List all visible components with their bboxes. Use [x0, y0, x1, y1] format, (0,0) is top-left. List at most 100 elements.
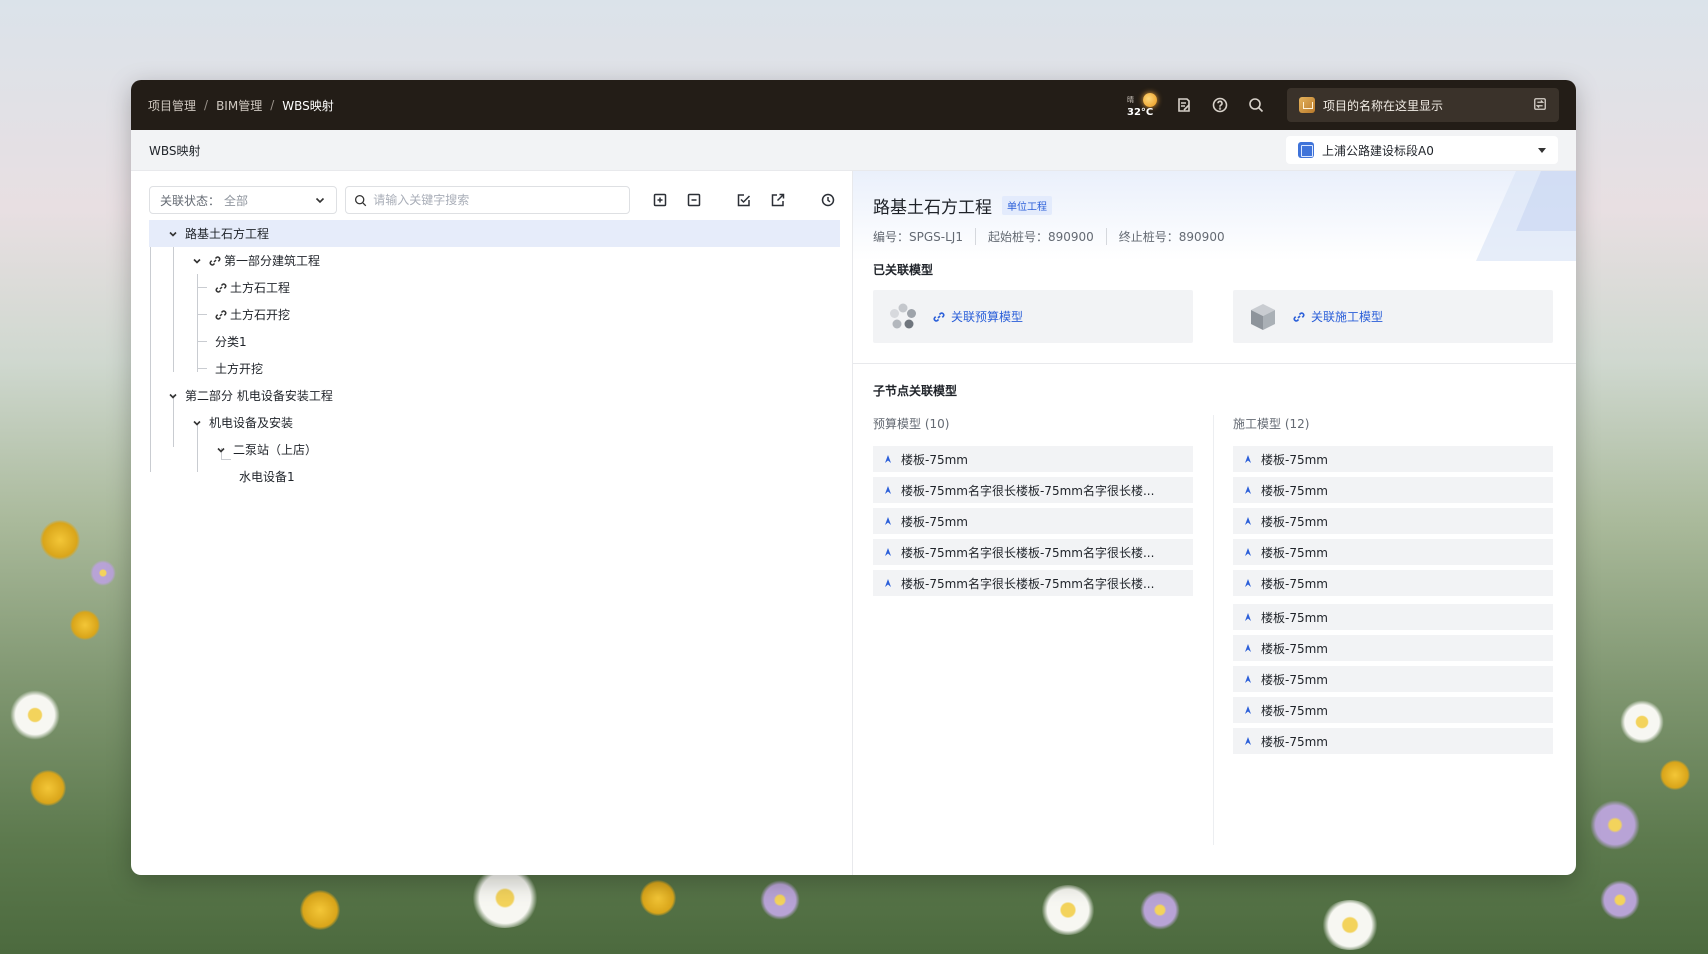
- model-arrow-icon: [1245, 737, 1251, 745]
- search-icon[interactable]: [1245, 94, 1267, 116]
- section-selector[interactable]: 上浦公路建设标段A0: [1286, 136, 1558, 164]
- model-list-item[interactable]: 楼板-75mm名字很长楼板-75mm名字很长楼...: [873, 539, 1193, 565]
- tree-node[interactable]: 二泵站（上店）: [149, 436, 840, 463]
- budget-models-column: 预算模型 (10) 楼板-75mm 楼板-75mm名字很长楼板-75mm名字很长楼…: [873, 415, 1193, 759]
- detail-start-pile: 起始桩号：890900: [974, 228, 1106, 245]
- model-list-item-label: 楼板-75mm: [1261, 545, 1328, 560]
- model-list-item[interactable]: 楼板-75mm: [873, 446, 1193, 472]
- tree-node[interactable]: 土方石开挖: [149, 301, 840, 328]
- model-list-item-label: 楼板-75mm: [1261, 641, 1328, 656]
- chevron-down-icon[interactable]: [191, 255, 203, 267]
- search-field[interactable]: [345, 186, 630, 214]
- link-budget-model-button[interactable]: 关联预算模型: [933, 308, 1023, 325]
- detail-meta: 编号：SPGS-LJ1 起始桩号：890900 终止桩号：890900: [873, 228, 1556, 245]
- model-arrow-icon: [1245, 548, 1251, 556]
- model-list-item[interactable]: 楼板-75mm: [1233, 635, 1553, 661]
- type-tag: 单位工程: [1002, 196, 1052, 215]
- budget-models-list: 楼板-75mm 楼板-75mm名字很长楼板-75mm名字很长楼... 楼板-75mm…: [873, 446, 1193, 596]
- model-arrow-icon: [1245, 455, 1251, 463]
- sun-icon: [1143, 93, 1157, 107]
- breadcrumb-wbs-mapping: WBS映射: [282, 98, 334, 113]
- export-icon[interactable]: [766, 188, 790, 212]
- construction-model-icon: [1251, 303, 1275, 330]
- search-input[interactable]: [373, 193, 621, 207]
- model-list-item[interactable]: 楼板-75mm: [873, 508, 1193, 534]
- model-list-item[interactable]: 楼板-75mm: [1233, 728, 1553, 754]
- model-list-item[interactable]: 楼板-75mm: [1233, 477, 1553, 503]
- model-arrow-icon: [1245, 517, 1251, 525]
- model-arrow-icon: [1245, 486, 1251, 494]
- tree-node-label: 机电设备及安装: [209, 416, 294, 430]
- construction-models-list: 楼板-75mm 楼板-75mm 楼板-75mm 楼板-75mm 楼板-75mm 楼板-75…: [1233, 446, 1553, 754]
- weather-condition: 晴: [1127, 96, 1134, 104]
- breadcrumb: 项目管理 / BIM管理 / WBS映射: [148, 97, 334, 114]
- model-arrow-icon: [1245, 675, 1251, 683]
- tree-node[interactable]: 机电设备及安装: [149, 409, 840, 436]
- tree-node-label: 二泵站（上店）: [233, 443, 318, 457]
- link-construction-model-button[interactable]: 关联施工模型: [1293, 308, 1383, 325]
- tree-node-label: 路基土石方工程: [185, 227, 270, 241]
- model-list-item[interactable]: 楼板-75mm: [1233, 539, 1553, 565]
- tree-node[interactable]: 路基土石方工程: [149, 220, 840, 247]
- model-arrow-icon: [885, 579, 891, 587]
- model-arrow-icon: [1245, 706, 1251, 714]
- check-edit-icon[interactable]: [732, 188, 756, 212]
- model-list-item[interactable]: 楼板-75mm: [1233, 666, 1553, 692]
- collapse-all-icon[interactable]: [682, 188, 706, 212]
- breadcrumb-project-management[interactable]: 项目管理: [148, 97, 196, 114]
- model-list-item[interactable]: 楼板-75mm: [1233, 508, 1553, 534]
- wbs-tree: 路基土石方工程 第一部分建筑工程 土方石工程 土方石开挖 分类1 土方开挖 第二…: [149, 220, 840, 490]
- detail-code: 编号：SPGS-LJ1: [873, 230, 963, 244]
- top-bar: 项目管理 / BIM管理 / WBS映射 晴 32°C 项目的名称在这里显示: [131, 80, 1576, 130]
- link-icon: [933, 311, 945, 322]
- sub-header: WBS映射 上浦公路建设标段A0: [131, 130, 1576, 171]
- tree-tool-icons: [648, 188, 840, 212]
- model-list-item[interactable]: 楼板-75mm名字很长楼板-75mm名字很长楼...: [873, 570, 1193, 596]
- help-circle-icon[interactable]: [1209, 94, 1231, 116]
- chevron-down-icon[interactable]: [167, 228, 179, 240]
- tree-node[interactable]: 第一部分建筑工程: [149, 247, 840, 274]
- model-list-item[interactable]: 楼板-75mm: [1233, 570, 1553, 596]
- project-icon: [1299, 97, 1315, 113]
- model-list-item[interactable]: 楼板-75mm: [1233, 446, 1553, 472]
- caret-down-icon: [1538, 147, 1546, 153]
- weather-temperature: 32°C: [1127, 107, 1154, 118]
- model-list-item-label: 楼板-75mm: [1261, 452, 1328, 467]
- model-list-item-label: 楼板-75mm名字很长楼板-75mm名字很长楼...: [901, 545, 1155, 560]
- link-status-filter[interactable]: 关联状态： 全部: [149, 186, 338, 214]
- model-list-item-label: 楼板-75mm名字很长楼板-75mm名字很长楼...: [901, 576, 1155, 591]
- model-list-item-label: 楼板-75mm: [1261, 703, 1328, 718]
- child-models-title: 子节点关联模型: [873, 384, 958, 398]
- budget-model-card: 关联预算模型: [873, 290, 1193, 343]
- budget-models-title: 预算模型 (10): [873, 417, 950, 431]
- tree-node-label: 土方石工程: [230, 281, 291, 295]
- detail-panel: 路基土石方工程 单位工程 编号：SPGS-LJ1 起始桩号：890900 终止桩…: [853, 171, 1576, 875]
- tree-node[interactable]: 土方石工程: [149, 274, 840, 301]
- model-arrow-icon: [885, 455, 891, 463]
- switch-icon[interactable]: [1533, 97, 1547, 114]
- detail-header: 路基土石方工程 单位工程 编号：SPGS-LJ1 起始桩号：890900 终止桩…: [853, 171, 1576, 261]
- section-icon: [1298, 142, 1314, 158]
- link-status-label: 关联状态：: [160, 193, 221, 208]
- breadcrumb-bim-management[interactable]: BIM管理: [216, 97, 262, 114]
- child-models-columns: 预算模型 (10) 楼板-75mm 楼板-75mm名字很长楼板-75mm名字很长楼…: [853, 415, 1576, 845]
- linked-models-title: 已关联模型: [873, 263, 934, 277]
- edit-note-icon[interactable]: [1173, 94, 1195, 116]
- tree-node[interactable]: 水电设备1: [149, 463, 840, 490]
- tree-node[interactable]: 分类1: [149, 328, 840, 355]
- expand-all-icon[interactable]: [648, 188, 672, 212]
- link-icon: [215, 309, 227, 321]
- chevron-down-icon[interactable]: [167, 390, 179, 402]
- model-list-item[interactable]: 楼板-75mm: [1233, 604, 1553, 630]
- chevron-down-icon[interactable]: [215, 444, 227, 456]
- model-list-item[interactable]: 楼板-75mm: [1233, 697, 1553, 723]
- clock-icon[interactable]: [816, 188, 840, 212]
- tree-node[interactable]: 土方开挖: [149, 355, 840, 382]
- detail-end-pile: 终止桩号：890900: [1105, 228, 1237, 245]
- app-window: 项目管理 / BIM管理 / WBS映射 晴 32°C 项目的名称在这里显示 W…: [131, 80, 1576, 875]
- chevron-down-icon[interactable]: [191, 417, 203, 429]
- project-selector[interactable]: 项目的名称在这里显示: [1287, 88, 1559, 122]
- model-list-item[interactable]: 楼板-75mm名字很长楼板-75mm名字很长楼...: [873, 477, 1193, 503]
- tree-node-label: 第一部分建筑工程: [224, 254, 321, 268]
- tree-node[interactable]: 第二部分 机电设备安装工程: [149, 382, 840, 409]
